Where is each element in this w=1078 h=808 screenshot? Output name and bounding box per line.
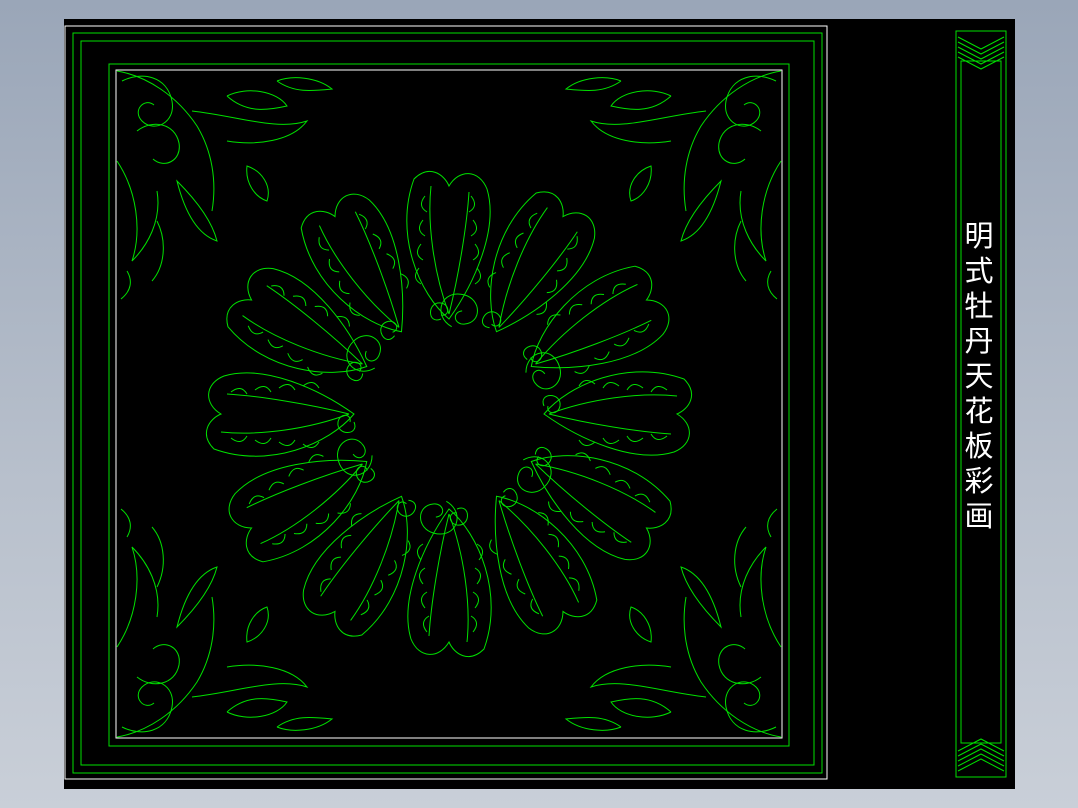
inner-white-frame — [115, 69, 783, 739]
scroll-line — [116, 546, 159, 648]
scroll-line — [191, 664, 309, 698]
scroll-line — [136, 123, 180, 164]
outer-white-frame — [64, 25, 828, 780]
scroll-line — [121, 75, 173, 127]
title-border-bottom-chevrons — [957, 738, 1005, 772]
scroll-line — [116, 596, 215, 738]
scroll-line — [767, 270, 778, 300]
scroll-line — [725, 75, 777, 127]
peony-rosette — [205, 170, 693, 658]
corner-scroll-ornament-top-right — [564, 70, 782, 300]
scroll-line — [151, 220, 164, 282]
scroll-line — [191, 110, 309, 144]
scroll-line — [718, 644, 762, 685]
scroll-line — [629, 606, 652, 643]
petal-leaf — [302, 495, 416, 637]
scroll-line — [226, 90, 288, 110]
corner-scroll-ornament-top-left — [116, 70, 334, 300]
corner-scroll-ornament-bottom-right — [564, 508, 782, 738]
scroll-line — [116, 160, 159, 262]
scroll-line — [680, 566, 722, 629]
scroll-line — [176, 179, 218, 242]
corner-scroll-ornament-bottom-left — [116, 508, 334, 738]
scroll-line — [246, 165, 269, 202]
scroll-line — [725, 681, 777, 733]
scroll-line — [226, 698, 288, 718]
petal-leaf — [406, 170, 491, 321]
scroll-line — [276, 77, 334, 92]
scroll-line — [683, 596, 782, 738]
scroll-line — [680, 179, 722, 242]
petal-leaf — [482, 191, 596, 333]
scroll-line — [564, 77, 622, 92]
scroll-line — [276, 716, 334, 731]
drawing-title: 明式牡丹天花板彩画 — [964, 219, 994, 533]
scroll-line — [683, 70, 782, 212]
green-frame-middle — [80, 40, 815, 766]
scroll-line — [610, 698, 672, 718]
scroll-line — [734, 526, 747, 588]
scroll-line — [564, 716, 622, 731]
green-frame-outer — [72, 32, 823, 774]
petal-leaf — [226, 267, 368, 381]
petal-leaf — [205, 372, 356, 457]
scroll-line — [589, 664, 707, 698]
scroll-line — [739, 546, 782, 648]
scroll-line — [176, 566, 218, 629]
scroll-line — [734, 220, 747, 282]
title-border-top-chevrons — [957, 36, 1005, 70]
scroll-line — [246, 606, 269, 643]
scroll-line — [718, 123, 762, 164]
scroll-line — [739, 160, 782, 262]
petal-leaf — [530, 447, 672, 561]
ceiling-panel-drawing — [64, 25, 1007, 780]
petal-leaf — [542, 371, 693, 456]
scroll-line — [136, 644, 180, 685]
scroll-line — [629, 165, 652, 202]
scroll-line — [121, 681, 173, 733]
scroll-line — [120, 270, 131, 300]
scroll-line — [116, 70, 215, 212]
scroll-line — [767, 508, 778, 538]
cad-drawing-canvas[interactable]: 明式牡丹天花板彩画 — [64, 19, 1015, 789]
scroll-line — [120, 508, 131, 538]
petal-leaf — [407, 507, 492, 658]
scroll-line — [151, 526, 164, 588]
scroll-line — [610, 90, 672, 110]
scroll-line — [589, 110, 707, 144]
